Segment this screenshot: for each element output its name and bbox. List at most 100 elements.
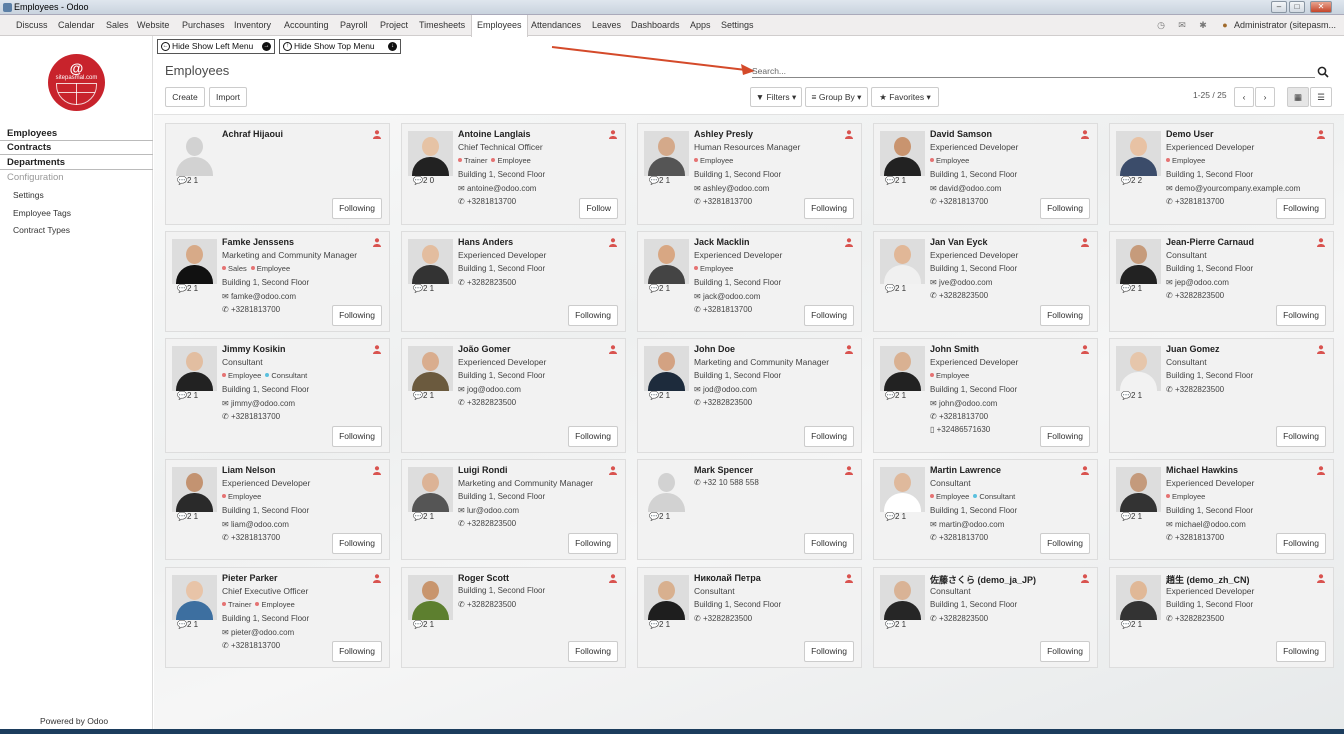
employee-email[interactable]: ✉ jog@odoo.com [458, 385, 521, 394]
follow-button[interactable]: Following [568, 426, 618, 447]
employee-card[interactable]: 💬2 0 Antoine Langlais Chief Technical Offi… [401, 123, 626, 225]
employee-photo[interactable] [1116, 239, 1161, 284]
menu-accounting[interactable]: Accounting [284, 15, 329, 36]
follow-button[interactable]: Following [332, 426, 382, 447]
employee-photo[interactable] [880, 346, 925, 391]
employee-card[interactable]: 💬2 1 趙生 (demo_zh_CN) Experienced Developer… [1109, 567, 1334, 668]
menu-timesheets[interactable]: Timesheets [419, 15, 465, 36]
employee-phone[interactable]: ✆ +3282823500 [458, 600, 516, 609]
employee-name[interactable]: Pieter Parker [222, 573, 278, 583]
employee-photo[interactable] [172, 346, 217, 391]
employee-name[interactable]: Jimmy Kosikin [222, 344, 286, 354]
employee-card[interactable]: 💬2 1 Jimmy Kosikin Consultant Employee Consu… [165, 338, 390, 453]
sidebar-item-contracts[interactable]: Contracts [7, 142, 51, 153]
employee-card[interactable]: 💬2 1 Jan Van Eyck Experienced Developer Bui… [873, 231, 1098, 332]
employee-photo[interactable] [880, 467, 925, 512]
maximize-button[interactable]: □ [1289, 1, 1305, 13]
employee-name[interactable]: John Doe [694, 344, 735, 354]
employee-name[interactable]: Jack Macklin [694, 237, 750, 247]
follow-button[interactable]: Following [1040, 641, 1090, 662]
employee-name[interactable]: Николай Петра [694, 573, 761, 583]
follow-button[interactable]: Following [568, 305, 618, 326]
sidebar-item-departments[interactable]: Departments [7, 157, 65, 168]
menu-attendances[interactable]: Attendances [531, 15, 581, 36]
employee-phone[interactable]: ✆ +3281813700 [222, 641, 280, 650]
pager-previous-button[interactable]: ‹ [1234, 87, 1254, 107]
employee-photo[interactable] [408, 467, 453, 512]
menu-payroll[interactable]: Payroll [340, 15, 368, 36]
sidebar-item-employees[interactable]: Employees [7, 128, 57, 139]
menu-project[interactable]: Project [380, 15, 408, 36]
toggle-top-menu-button[interactable]: ↑ Hide Show Top Menu ↓ [279, 39, 401, 54]
employee-phone[interactable]: ✆ +3281813700 [930, 197, 988, 206]
follow-button[interactable]: Following [804, 533, 854, 554]
employee-email[interactable]: ✉ david@odoo.com [930, 184, 1001, 193]
employee-phone[interactable]: ✆ +3282823500 [694, 614, 752, 623]
employee-card[interactable]: 💬2 1 Liam Nelson Experienced Developer Empl… [165, 459, 390, 560]
employee-name[interactable]: Roger Scott [458, 573, 509, 583]
employee-phone[interactable]: ✆ +3282823500 [1166, 291, 1224, 300]
employee-phone[interactable]: ✆ +3282823500 [458, 519, 516, 528]
follow-button[interactable]: Following [1276, 533, 1326, 554]
user-menu[interactable]: Administrator (sitepasm... [1234, 15, 1336, 35]
employee-photo[interactable] [172, 131, 217, 176]
menu-sales[interactable]: Sales [106, 15, 129, 36]
employee-card[interactable]: 💬2 1 Николай Петра Consultant Building 1, S… [637, 567, 862, 668]
menu-discuss[interactable]: Discuss [16, 15, 48, 36]
employee-photo[interactable] [408, 575, 453, 620]
employee-name[interactable]: 趙生 (demo_zh_CN) [1166, 573, 1250, 586]
employee-phone[interactable]: ✆ +3281813700 [458, 197, 516, 206]
employee-email[interactable]: ✉ jve@odoo.com [930, 278, 992, 287]
employee-email[interactable]: ✉ famke@odoo.com [222, 292, 296, 301]
employee-email[interactable]: ✉ pieter@odoo.com [222, 628, 294, 637]
employee-phone[interactable]: ✆ +3281813700 [1166, 197, 1224, 206]
employee-card[interactable]: 💬2 1 John Smith Experienced Developer Emplo… [873, 338, 1098, 453]
pager-next-button[interactable]: › [1255, 87, 1275, 107]
employee-name[interactable]: Demo User [1166, 129, 1214, 139]
employee-name[interactable]: Hans Anders [458, 237, 513, 247]
employee-email[interactable]: ✉ demo@yourcompany.example.com [1166, 184, 1300, 193]
close-window-button[interactable]: ✕ [1310, 1, 1332, 13]
employee-photo[interactable] [644, 131, 689, 176]
menu-inventory[interactable]: Inventory [234, 15, 271, 36]
employee-card[interactable]: 💬2 1 Mark Spencer ✆ +32 10 588 558 Followin… [637, 459, 862, 560]
employee-phone[interactable]: ✆ +3282823500 [930, 291, 988, 300]
employee-email[interactable]: ✉ john@odoo.com [930, 399, 997, 408]
employee-phone[interactable]: ✆ +3282823500 [1166, 614, 1224, 623]
menu-settings[interactable]: Settings [721, 15, 754, 36]
employee-name[interactable]: Liam Nelson [222, 465, 276, 475]
employee-photo[interactable] [644, 346, 689, 391]
employee-card[interactable]: 💬2 1 Jean-Pierre Carnaud Consultant Buildin… [1109, 231, 1334, 332]
follow-button[interactable]: Following [1276, 305, 1326, 326]
follow-button[interactable]: Following [1040, 305, 1090, 326]
employee-name[interactable]: Juan Gomez [1166, 344, 1220, 354]
employee-photo[interactable] [880, 575, 925, 620]
employee-email[interactable]: ✉ antoine@odoo.com [458, 184, 536, 193]
employee-email[interactable]: ✉ jep@odoo.com [1166, 278, 1229, 287]
employee-email[interactable]: ✉ martin@odoo.com [930, 520, 1004, 529]
employee-card[interactable]: 💬2 1 Martin Lawrence Consultant Employee Con… [873, 459, 1098, 560]
employee-card[interactable]: 💬2 1 Luigi Rondi Marketing and Community M… [401, 459, 626, 560]
employee-photo[interactable] [172, 239, 217, 284]
menu-calendar[interactable]: Calendar [58, 15, 95, 36]
employee-photo[interactable] [644, 467, 689, 512]
employee-phone[interactable]: ✆ +3281813700 [1166, 533, 1224, 542]
menu-dashboards[interactable]: Dashboards [631, 15, 680, 36]
employee-email[interactable]: ✉ lur@odoo.com [458, 506, 519, 515]
employee-photo[interactable] [172, 467, 217, 512]
follow-button[interactable]: Following [332, 641, 382, 662]
employee-card[interactable]: 💬2 1 John Doe Marketing and Community Mana… [637, 338, 862, 453]
employee-photo[interactable] [172, 575, 217, 620]
employee-phone[interactable]: ✆ +3282823500 [458, 278, 516, 287]
employee-card[interactable]: 💬2 1 Jack Macklin Experienced Developer Emp… [637, 231, 862, 332]
menu-leaves[interactable]: Leaves [592, 15, 621, 36]
employee-email[interactable]: ✉ liam@odoo.com [222, 520, 289, 529]
employee-email[interactable]: ✉ jack@odoo.com [694, 292, 760, 301]
employee-name[interactable]: João Gomer [458, 344, 511, 354]
create-button[interactable]: Create [165, 87, 205, 107]
chat-icon[interactable]: ✉ [1177, 20, 1187, 30]
employee-email[interactable]: ✉ ashley@odoo.com [694, 184, 769, 193]
follow-button[interactable]: Following [1040, 533, 1090, 554]
employee-card[interactable]: 💬2 1 Michael Hawkins Experienced Developer… [1109, 459, 1334, 560]
employee-phone[interactable]: ✆ +3281813700 [222, 412, 280, 421]
